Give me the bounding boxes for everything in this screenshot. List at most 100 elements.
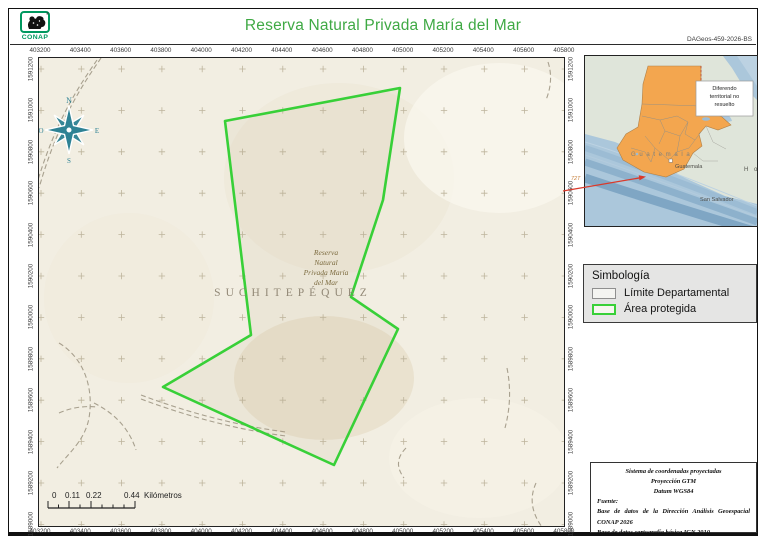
y-coordinate-label: 1589600 (27, 387, 35, 413)
y-coordinate-label: 1589600 (567, 387, 575, 413)
document-code: DAGeos-459-2026-BS (686, 36, 752, 43)
scale-tick-label: 0.44 (124, 491, 140, 500)
legend: Simbología Límite Departamental Área prot… (583, 264, 757, 323)
projection-line: Datum WGS84 (653, 488, 694, 496)
country-label: G u a t e m a l a (631, 152, 691, 158)
x-coordinate-label: 405200 (432, 528, 454, 535)
scale-tick-label: 0.22 (86, 491, 102, 500)
y-coordinate-label: 1591000 (567, 98, 575, 123)
legend-item-department: Límite Departamental (592, 287, 748, 299)
x-coordinate-label: 403400 (69, 528, 91, 535)
y-coordinate-label: 1590600 (27, 180, 35, 206)
x-coordinate-label: 404600 (311, 528, 333, 535)
territorial-dispute-callout: Diferendo territorial no resuelto (695, 80, 754, 117)
protected-area-name: Reserva Natural Privada María del Mar (303, 248, 349, 287)
terrain-patch (44, 213, 214, 383)
y-coordinate-label: 1590400 (567, 222, 575, 247)
x-coordinate-label: 405000 (392, 47, 414, 54)
scale-tick-label: 0 (52, 491, 57, 500)
x-coordinate-label: 404600 (311, 47, 333, 54)
x-coordinate-label: 404000 (190, 47, 212, 54)
page-title: Reserva Natural Privada María del Mar (244, 17, 522, 34)
x-coordinate-label: 404200 (230, 47, 253, 54)
y-coordinate-label: 1589000 (567, 512, 575, 537)
x-coordinate-label: 405200 (432, 47, 454, 54)
x-coordinate-label: 403600 (110, 528, 132, 535)
x-coordinate-label: 404000 (190, 528, 212, 535)
legend-title: Simbología (592, 270, 650, 282)
svg-text:territorial no: territorial no (710, 94, 740, 100)
x-coordinate-label: 405400 (472, 528, 494, 535)
x-coordinate-label: 403800 (150, 47, 172, 54)
y-coordinate-label: 1590400 (27, 222, 35, 247)
scale-tick-label: 0.11 (65, 491, 80, 500)
y-coordinate-label: 1590000 (27, 305, 35, 330)
y-coordinate-label: 1589400 (567, 429, 575, 454)
source-info-box: Sistema de coordenadas proyectadas Proye… (590, 462, 757, 536)
y-coordinate-label: 1590600 (567, 180, 575, 206)
compass-south-label: S (67, 157, 71, 165)
department-swatch-icon (592, 287, 616, 299)
scale-bar: 0 0.11 0.22 0.44 Kilómetros (47, 491, 237, 513)
inset-locator-map: G u a t e m a l a Guatemala San Salvador… (584, 55, 758, 227)
y-coordinate-label: 1589800 (27, 346, 35, 372)
department-name: SUCHITEPÉQUEZ (214, 287, 372, 299)
y-coordinate-label: 1589400 (27, 429, 35, 454)
svg-text:Diferendo: Diferendo (712, 86, 736, 92)
compass-north-label: N (66, 96, 72, 105)
legend-item-protected: Área protegida (592, 303, 748, 315)
y-coordinate-label: 1591000 (27, 98, 35, 123)
x-coordinate-label: 404400 (271, 528, 293, 535)
x-coordinate-label: 405400 (472, 47, 494, 54)
scale-unit-label: Kilómetros (144, 491, 182, 500)
x-coordinate-label: 403600 (110, 47, 132, 54)
y-coordinate-label: 1589200 (27, 470, 35, 496)
svg-text:resuelto: resuelto (715, 102, 735, 108)
scale-bar-rule (47, 501, 136, 509)
header: ® CONAP Reserva Natural Privada María de… (10, 10, 756, 45)
x-coordinate-label: 403400 (69, 47, 91, 54)
y-coordinate-label: 1590800 (567, 139, 575, 165)
protected-swatch-icon (592, 303, 616, 315)
x-coordinate-label: 404200 (230, 528, 253, 535)
legend-item-label: Área protegida (624, 303, 697, 315)
x-coordinate-label: 404400 (271, 47, 293, 54)
y-coordinate-label: 1589000 (27, 512, 35, 537)
compass-east-label: E (95, 127, 99, 135)
x-coordinate-label: 405600 (513, 47, 535, 54)
capital-city-label: Guatemala (675, 164, 703, 170)
y-coordinate-label: 1590000 (567, 305, 575, 330)
y-coordinate-label: 1591200 (567, 56, 575, 82)
honduras-label: H o (744, 167, 757, 173)
y-coordinate-label: 1589800 (567, 346, 575, 372)
projection-line: Proyección GTM (650, 478, 697, 486)
compass-west-label: O (39, 127, 44, 135)
conap-logo-text: CONAP (21, 34, 49, 41)
registered-mark-icon: ® (46, 11, 49, 16)
legend-item-label: Límite Departamental (624, 287, 730, 299)
x-coordinate-label: 403800 (150, 528, 172, 535)
y-coordinate-label: 1590200 (567, 263, 575, 289)
y-coordinate-label: 1589200 (567, 470, 575, 496)
x-coordinate-label: 405000 (392, 528, 414, 535)
y-coordinate-label: 1591200 (27, 56, 35, 82)
utm-zone-label: 72T (571, 176, 581, 182)
x-coordinate-label: 405800 (553, 47, 575, 54)
capital-city-marker (668, 158, 673, 163)
compass-rose: N E S O (39, 96, 99, 165)
main-map: N E S O Reserva Natural Privada María de… (38, 57, 565, 527)
projection-line: Sistema de coordenadas proyectadas (625, 468, 722, 475)
y-coordinate-label: 1590200 (27, 263, 35, 289)
x-coordinate-label: 405600 (513, 528, 535, 535)
source-line: Base de datos cartografía básica IGN 201… (597, 528, 710, 536)
source-line: CONAP 2026 (597, 518, 633, 526)
source-line: Fuente: (597, 498, 618, 506)
inset-canvas: G u a t e m a l a Guatemala San Salvador… (585, 56, 757, 226)
x-coordinate-label: 403200 (29, 47, 51, 54)
san-salvador-label: San Salvador (700, 197, 734, 203)
y-coordinate-label: 1590800 (27, 139, 35, 165)
source-line: Base de datos de la Dirección Análisis G… (597, 508, 750, 516)
x-coordinate-label: 404800 (351, 47, 373, 54)
terrain-patch (389, 398, 564, 518)
x-coordinate-label: 404800 (351, 528, 373, 535)
